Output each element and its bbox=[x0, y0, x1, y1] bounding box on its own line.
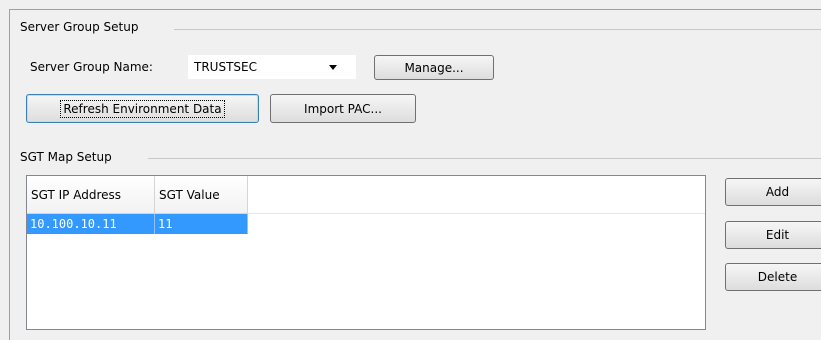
cell-sgt-value: 11 bbox=[155, 214, 248, 234]
add-button-label: Add bbox=[765, 185, 790, 199]
edit-button-label: Edit bbox=[765, 228, 790, 242]
chevron-down-icon[interactable] bbox=[329, 64, 337, 70]
cell-sgt-ip-address: 10.100.10.11 bbox=[27, 214, 155, 234]
add-button[interactable]: Add bbox=[725, 178, 821, 206]
header-filler bbox=[248, 176, 705, 214]
delete-button-label: Delete bbox=[757, 270, 798, 284]
manage-button-label: Manage... bbox=[404, 60, 464, 75]
column-header-sgt-ip-address[interactable]: SGT IP Address bbox=[27, 176, 155, 214]
server-group-name-label: Server Group Name: bbox=[30, 60, 153, 74]
group-separator bbox=[148, 158, 821, 159]
server-group-setup-title: Server Group Setup bbox=[20, 20, 145, 34]
edit-button[interactable]: Edit bbox=[725, 221, 821, 249]
table-header: SGT IP Address SGT Value bbox=[27, 176, 705, 214]
import-pac-button-label: Import PAC... bbox=[304, 101, 382, 116]
server-group-name-value: TRUSTSEC bbox=[194, 60, 257, 74]
sgt-map-table[interactable]: SGT IP Address SGT Value 10.100.10.11 11 bbox=[26, 175, 706, 330]
import-pac-button[interactable]: Import PAC... bbox=[270, 94, 416, 123]
group-separator bbox=[174, 29, 821, 30]
column-header-sgt-value[interactable]: SGT Value bbox=[155, 176, 248, 214]
sgt-map-setup-title: SGT Map Setup bbox=[20, 150, 118, 164]
refresh-button-label: Refresh Environment Data bbox=[60, 99, 225, 118]
server-group-name-select[interactable]: TRUSTSEC bbox=[188, 55, 356, 79]
refresh-environment-data-button[interactable]: Refresh Environment Data bbox=[26, 94, 259, 123]
delete-button[interactable]: Delete bbox=[725, 263, 821, 291]
table-row[interactable]: 10.100.10.11 11 bbox=[27, 214, 705, 234]
manage-button[interactable]: Manage... bbox=[374, 55, 494, 80]
